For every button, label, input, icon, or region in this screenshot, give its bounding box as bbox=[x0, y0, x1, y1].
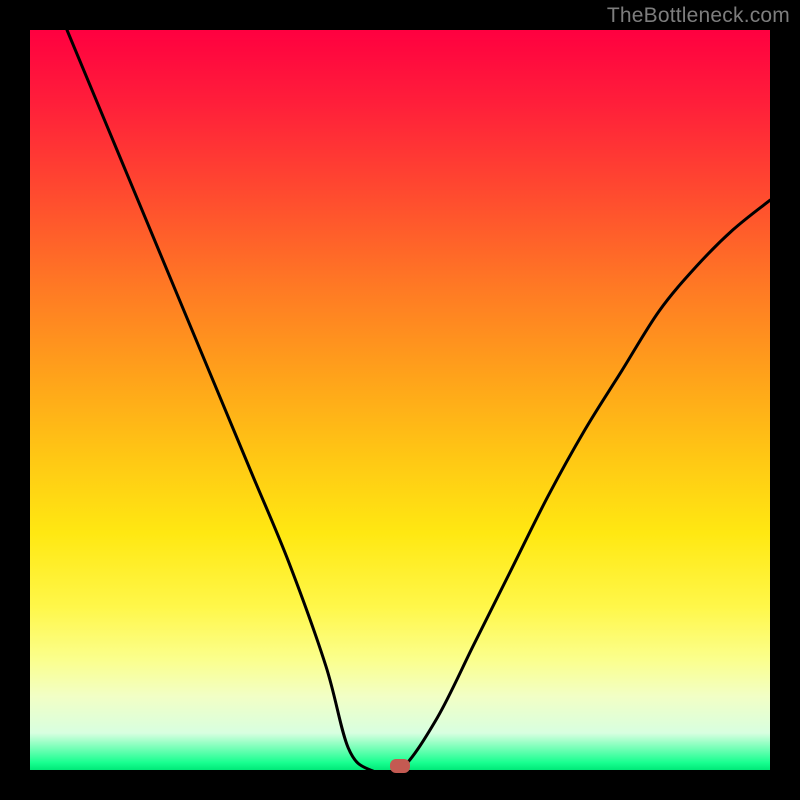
plot-area bbox=[30, 30, 770, 770]
chart-frame: TheBottleneck.com bbox=[0, 0, 800, 800]
optimal-point-marker bbox=[390, 759, 410, 773]
bottleneck-curve bbox=[30, 30, 770, 770]
watermark-label: TheBottleneck.com bbox=[607, 4, 790, 28]
